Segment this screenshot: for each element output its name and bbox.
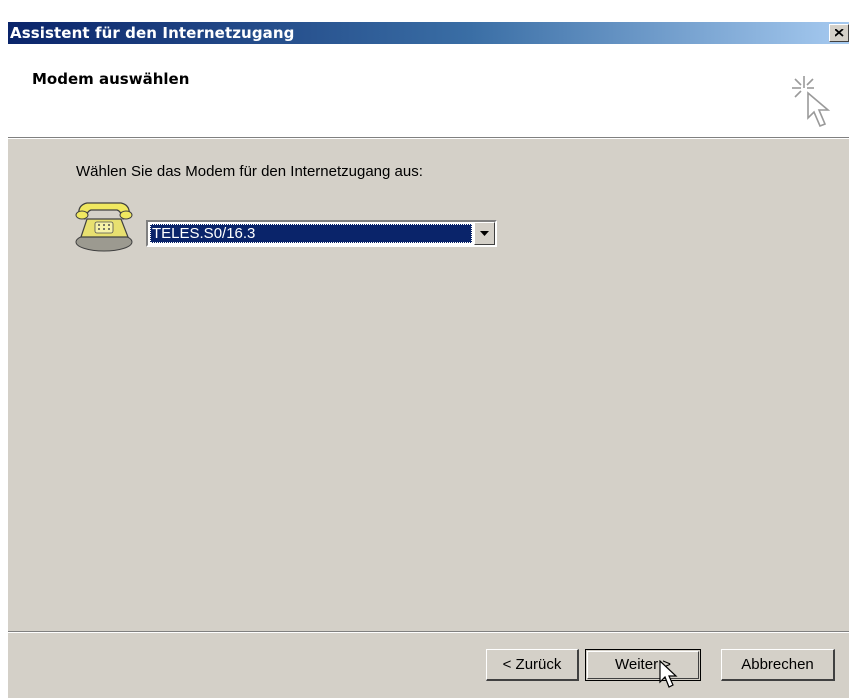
modem-select-value: TELES.S0/16.3 <box>150 224 472 243</box>
footer-divider-highlight <box>8 632 849 633</box>
modem-prompt-label: Wählen Sie das Modem für den Internetzug… <box>76 163 423 180</box>
page-title: Modem auswählen <box>32 70 190 88</box>
next-button[interactable]: Weiter > <box>585 649 701 681</box>
header-divider-highlight <box>8 138 849 139</box>
close-button[interactable] <box>829 24 849 42</box>
wizard-window: Assistent für den Internetzugang Modem a… <box>8 22 849 698</box>
wizard-header: Modem auswählen <box>8 44 849 137</box>
modem-select[interactable]: TELES.S0/16.3 <box>146 220 497 247</box>
title-bar[interactable]: Assistent für den Internetzugang <box>8 22 849 44</box>
chevron-down-icon <box>480 231 489 236</box>
back-button[interactable]: < Zurück <box>486 649 579 681</box>
next-button-label: Weiter > <box>587 651 699 679</box>
cancel-button[interactable]: Abbrechen <box>721 649 835 681</box>
telephone-modem-icon <box>75 202 133 252</box>
window-title: Assistent für den Internetzugang <box>10 24 295 42</box>
mouse-pointer-icon <box>659 660 678 688</box>
modem-select-dropdown-button[interactable] <box>474 222 495 245</box>
wizard-sparkle-cursor-icon <box>792 76 831 128</box>
close-icon <box>835 29 844 37</box>
